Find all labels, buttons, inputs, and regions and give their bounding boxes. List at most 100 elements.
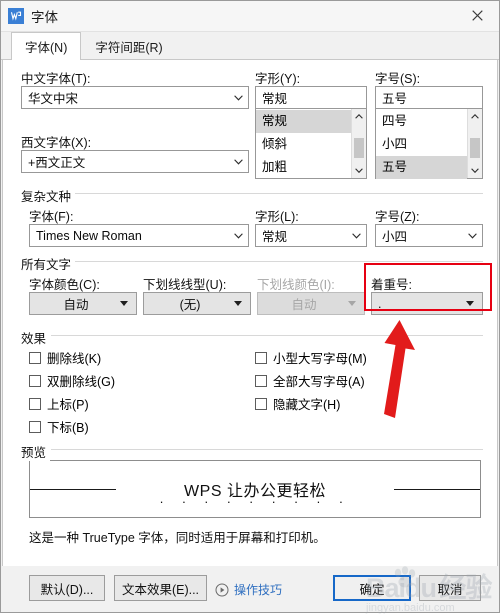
list-item[interactable]: 四号	[376, 110, 467, 133]
all-text-group-title: 所有文字	[21, 254, 76, 273]
effects-group-title: 效果	[21, 328, 51, 347]
tab-strip: 字体(N) 字符间距(R)	[1, 32, 499, 60]
emphasis-mark-dropdown[interactable]: .	[371, 292, 483, 315]
divider	[51, 449, 483, 450]
text-effects-button[interactable]: 文本效果(E)...	[114, 575, 207, 601]
window-title: 字体	[31, 10, 58, 25]
underline-color-label: 下划线颜色(I):	[257, 278, 335, 292]
list-item[interactable]: 常规	[256, 110, 351, 133]
title-bar: 字体	[1, 1, 499, 32]
tips-link-label: 操作技巧	[234, 583, 283, 597]
scroll-up-icon[interactable]	[468, 109, 482, 124]
font-style-value: 常规	[262, 92, 288, 106]
checkbox-hidden-text[interactable]: 隐藏文字(H)	[255, 394, 340, 413]
preview-emphasis-dots: . . . . . . . . .	[159, 491, 351, 507]
play-circle-icon	[215, 583, 229, 597]
scroll-track[interactable]	[468, 124, 482, 163]
complex-style-combo[interactable]: 常规	[255, 224, 367, 247]
preview-group-title: 预览	[21, 442, 51, 461]
list-item[interactable]: 加粗	[256, 156, 351, 179]
checkbox-label: 全部大写字母(A)	[273, 375, 365, 389]
chinese-font-label: 中文字体(T):	[21, 72, 91, 86]
scroll-down-icon[interactable]	[352, 163, 366, 178]
underline-style-dropdown[interactable]: (无)	[143, 292, 251, 315]
chevron-down-icon	[346, 225, 366, 246]
checkbox-superscript[interactable]: 上标(P)	[29, 394, 89, 413]
complex-size-value: 小四	[382, 230, 408, 244]
chevron-down-icon	[228, 225, 248, 246]
checkbox-label: 小型大写字母(M)	[273, 352, 367, 366]
scroll-up-icon[interactable]	[352, 109, 366, 124]
checkbox-box[interactable]	[29, 420, 41, 433]
complex-size-label: 字号(Z):	[375, 210, 420, 224]
font-style-label: 字形(Y):	[255, 72, 301, 86]
close-icon[interactable]	[455, 1, 499, 30]
scroll-thumb[interactable]	[470, 138, 480, 158]
chinese-font-combo[interactable]: 华文中宋	[21, 86, 249, 109]
checkbox-box[interactable]	[255, 351, 267, 364]
ok-button-label: 确定	[359, 582, 385, 597]
chinese-font-value: 华文中宋	[28, 92, 79, 106]
checkbox-box[interactable]	[255, 374, 267, 387]
dialog-footer: 默认(D)... 文本效果(E)... 操作技巧 确定 取消	[1, 566, 499, 612]
scrollbar[interactable]	[467, 109, 482, 178]
checkbox-double-strikethrough[interactable]: 双删除线(G)	[29, 371, 115, 390]
font-size-label: 字号(S):	[375, 72, 421, 86]
checkbox-box[interactable]	[255, 397, 267, 410]
checkbox-box[interactable]	[29, 351, 41, 364]
default-button-label: 默认(D)...	[40, 582, 94, 597]
checkbox-all-caps[interactable]: 全部大写字母(A)	[255, 371, 365, 390]
font-dialog: 字体 字体(N) 字符间距(R) 中文字体(T): 华文中宋 西文字体(X): …	[0, 0, 500, 613]
triangle-down-icon	[340, 301, 364, 306]
complex-font-combo[interactable]: Times New Roman	[29, 224, 249, 247]
complex-style-label: 字形(L):	[255, 210, 299, 224]
divider	[51, 335, 483, 336]
list-item[interactable]: 倾斜	[256, 133, 351, 156]
tips-link[interactable]: 操作技巧	[215, 581, 282, 598]
cancel-button[interactable]: 取消	[419, 575, 481, 601]
font-size-value: 五号	[382, 92, 408, 106]
divider	[69, 193, 483, 194]
western-font-combo[interactable]: +西文正文	[21, 150, 249, 173]
scroll-track[interactable]	[352, 124, 366, 163]
annotation-arrow	[384, 320, 415, 418]
font-size-input[interactable]: 五号	[375, 86, 483, 109]
underline-color-value: 自动	[291, 298, 317, 312]
text-effects-button-label: 文本效果(E)...	[121, 582, 200, 597]
triangle-down-icon	[112, 301, 136, 306]
chevron-down-icon	[228, 87, 248, 108]
checkbox-box[interactable]	[29, 397, 41, 410]
scroll-thumb[interactable]	[354, 138, 364, 158]
font-size-listbox[interactable]: 四号 小四 五号	[375, 108, 483, 179]
chevron-down-icon	[462, 225, 482, 246]
scroll-down-icon[interactable]	[468, 163, 482, 178]
font-color-dropdown[interactable]: 自动	[29, 292, 137, 315]
checkbox-small-caps[interactable]: 小型大写字母(M)	[255, 348, 367, 367]
checkbox-box[interactable]	[29, 374, 41, 387]
checkbox-label: 下标(B)	[47, 421, 89, 435]
list-item[interactable]: 小四	[376, 133, 467, 156]
font-color-label: 字体颜色(C):	[29, 278, 100, 292]
font-style-input[interactable]: 常规	[255, 86, 367, 109]
western-font-value: +西文正文	[28, 156, 86, 170]
complex-font-label: 字体(F):	[29, 210, 74, 224]
complex-size-combo[interactable]: 小四	[375, 224, 483, 247]
emphasis-mark-label: 着重号:	[371, 278, 412, 292]
font-color-value: 自动	[63, 298, 89, 312]
triangle-down-icon	[226, 301, 250, 306]
font-style-listbox[interactable]: 常规 倾斜 加粗	[255, 108, 367, 179]
preview-note: 这是一种 TrueType 字体，同时适用于屏幕和打印机。	[29, 531, 326, 545]
list-item[interactable]: 五号	[376, 156, 467, 179]
triangle-down-icon	[458, 301, 482, 306]
preview-rule-left	[30, 489, 116, 490]
checkbox-strikethrough[interactable]: 删除线(K)	[29, 348, 101, 367]
scrollbar[interactable]	[351, 109, 366, 178]
complex-font-value: Times New Roman	[36, 228, 142, 243]
ok-button[interactable]: 确定	[333, 575, 411, 601]
preview-rule-right	[394, 489, 480, 490]
tab-font[interactable]: 字体(N)	[11, 32, 82, 60]
tab-character-spacing[interactable]: 字符间距(R)	[81, 32, 176, 59]
default-button[interactable]: 默认(D)...	[29, 575, 105, 601]
checkbox-subscript[interactable]: 下标(B)	[29, 417, 89, 436]
tab-font-label: 字体(N)	[25, 41, 68, 55]
